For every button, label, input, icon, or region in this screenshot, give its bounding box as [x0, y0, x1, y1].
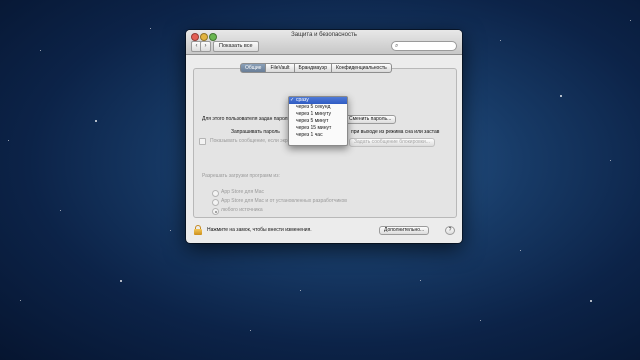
title-bar: Защита и безопасность ‹ › Показать все ⌕ [186, 30, 462, 55]
delay-option-5-seconds[interactable]: через 5 секунд [289, 104, 347, 111]
checkmark-icon: ✓ [290, 97, 295, 103]
tab-filevault[interactable]: FileVault [266, 63, 295, 73]
tab-privacy[interactable]: Конфиденциальность [332, 63, 392, 73]
download-option-app-store-label: App Store для Mac [221, 189, 265, 195]
download-option-anywhere-radio[interactable] [212, 208, 219, 215]
tab-bar: Общие FileVault Брандмауэр Конфиденциаль… [240, 63, 392, 73]
require-password-suffix: при выходе из режима сна или застав [351, 129, 440, 135]
tab-general[interactable]: Общие [240, 63, 267, 73]
download-option-identified-label: App Store для Mac и от установленных раз… [221, 198, 347, 204]
delay-option-1-minute[interactable]: через 1 минуту [289, 111, 347, 118]
download-option-identified-radio[interactable] [212, 199, 219, 206]
tab-firewall[interactable]: Брандмауэр [294, 63, 333, 73]
change-password-button[interactable]: Сменить пароль... [344, 115, 397, 124]
delay-option-15-minutes[interactable]: через 15 минут [289, 125, 347, 132]
search-icon: ⌕ [395, 43, 399, 49]
delay-option-5-minutes[interactable]: через 5 минут [289, 118, 347, 125]
delay-option-immediately[interactable]: ✓ сразу [289, 97, 347, 104]
password-delay-dropdown[interactable]: ✓ сразу через 5 секунд через 1 минуту чер… [288, 96, 348, 146]
show-all-button[interactable]: Показать все [213, 41, 259, 52]
require-password-label: Запрашивать пароль [231, 129, 280, 135]
window-title: Защита и безопасность [291, 32, 357, 38]
forward-button[interactable]: › [200, 41, 211, 52]
download-option-anywhere-label: любого источника [221, 207, 263, 213]
lock-hint-text: Нажмите на замок, чтобы внести изменения… [207, 227, 312, 233]
delay-option-1-hour[interactable]: через 1 час [289, 132, 347, 139]
chevron-left-icon: ‹ [195, 43, 198, 49]
chevron-right-icon: › [204, 43, 207, 49]
search-input[interactable]: ⌕ [391, 41, 457, 51]
downloads-label: Разрешать загрузки программ из: [202, 173, 280, 179]
lock-icon[interactable] [194, 225, 202, 235]
require-password-checkbox[interactable] [199, 138, 206, 145]
download-option-app-store-radio[interactable] [212, 190, 219, 197]
set-lock-message-button[interactable]: Задать сообщение блокировки... [349, 138, 435, 147]
advanced-button[interactable]: Дополнительно... [379, 226, 430, 235]
help-button[interactable]: ? [445, 226, 455, 235]
